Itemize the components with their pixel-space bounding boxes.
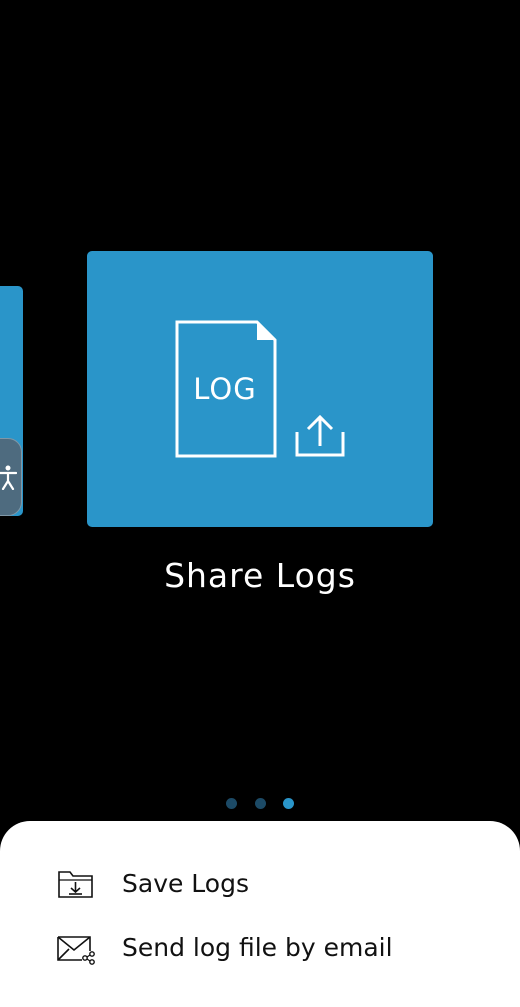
card-title: Share Logs: [164, 556, 356, 595]
page-dot-2[interactable]: [255, 798, 266, 809]
email-share-icon: [57, 936, 95, 965]
page-indicator: [0, 798, 520, 810]
folder-download-icon: [58, 871, 93, 898]
accessibility-menu-handle[interactable]: [0, 438, 22, 516]
accessibility-icon: [0, 465, 17, 490]
bottom-action-sheet: Save Logs Send log file by email: [0, 821, 520, 1007]
screen: LOG Share Logs Save Logs Send log file b…: [0, 0, 520, 1007]
save-logs-option[interactable]: Save Logs: [0, 855, 520, 911]
send-log-email-option[interactable]: Send log file by email: [0, 919, 520, 975]
page-dot-1[interactable]: [226, 798, 237, 809]
save-logs-label: Save Logs: [122, 869, 249, 898]
send-log-email-label: Send log file by email: [122, 933, 393, 962]
page-dot-3-active[interactable]: [283, 798, 294, 809]
share-log-icon: LOG: [175, 320, 345, 458]
log-graphic-text: LOG: [193, 372, 256, 406]
share-logs-card[interactable]: LOG: [87, 251, 433, 527]
